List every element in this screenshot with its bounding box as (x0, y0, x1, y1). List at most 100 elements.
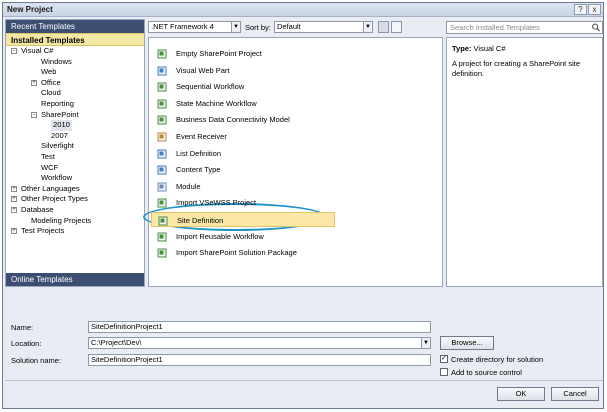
create-directory-label: Create directory for solution (451, 355, 544, 364)
template-item-label: Site Definition (177, 216, 224, 225)
chevron-down-icon: ▼ (231, 22, 240, 32)
content-type-icon (157, 165, 167, 175)
event-receiver-icon (157, 132, 167, 142)
tree-node[interactable]: Test (6, 152, 144, 163)
new-project-dialog: New Project ? x Recent Templates Install… (2, 2, 604, 409)
window-title: New Project (7, 5, 53, 14)
sortby-dropdown[interactable]: Default ▼ (274, 21, 373, 33)
tree-node-label: Reporting (41, 98, 74, 108)
sortby-value: Default (277, 22, 301, 31)
expand-icon[interactable]: + (31, 79, 37, 86)
ok-button[interactable]: OK (497, 387, 545, 401)
tree-node[interactable]: Windows (6, 57, 144, 68)
expand-icon[interactable]: + (11, 228, 17, 235)
type-value: Visual C# (473, 44, 506, 53)
chevron-down-icon[interactable]: ▼ (421, 338, 430, 348)
tree-node[interactable]: + Database (6, 205, 144, 216)
workflow-icon (157, 82, 167, 92)
tree-node[interactable]: Reporting (6, 99, 144, 110)
expand-icon[interactable]: + (11, 196, 17, 203)
workflow-icon (157, 99, 167, 109)
small-icons-view-button[interactable] (378, 21, 389, 33)
tree-node[interactable]: + Other Languages (6, 184, 144, 195)
import-icon (157, 198, 167, 208)
template-item[interactable]: Sequential Workflow (151, 79, 301, 94)
expand-icon[interactable]: + (11, 206, 17, 213)
create-directory-checkbox[interactable]: ✓ (440, 355, 448, 363)
tree-node-label: Test Projects (21, 226, 65, 236)
framework-dropdown[interactable]: .NET Framework 4 ▼ (148, 21, 241, 33)
tree-node-label: 2010 (51, 120, 72, 131)
template-item[interactable]: Import SharePoint Solution Package (151, 245, 301, 260)
tree-node[interactable]: Workflow (6, 173, 144, 184)
template-list: Empty SharePoint Project Visual Web Part S… (143, 37, 443, 287)
template-item-label: Content Type (176, 165, 221, 175)
template-item[interactable]: Visual Web Part (151, 63, 301, 78)
template-toolbar: .NET Framework 4 ▼ Sort by: Default ▼ (148, 21, 443, 35)
close-button[interactable]: x (588, 4, 601, 15)
search-icon[interactable] (591, 23, 601, 32)
collapse-icon[interactable]: - (31, 111, 37, 118)
title-bar: New Project ? x (3, 3, 603, 17)
tree-node-label: Office (41, 77, 61, 87)
name-label: Name: (11, 323, 34, 332)
tree-node[interactable]: 2010 (6, 120, 144, 131)
list-view-button[interactable] (391, 21, 402, 33)
source-control-label: Add to source control (451, 368, 522, 377)
help-button[interactable]: ? (574, 4, 587, 15)
tree-node[interactable]: Web (6, 67, 144, 78)
template-item[interactable]: Business Data Connectivity Model (151, 112, 301, 127)
sharepoint-project-icon (157, 49, 167, 59)
tree-node-label: Workflow (41, 173, 73, 183)
tree-node[interactable]: + Office (6, 78, 144, 89)
location-field[interactable]: C:\Project\Dev\ ▼ (88, 337, 431, 349)
location-value: C:\Project\Dev\ (91, 338, 142, 347)
template-item[interactable]: Event Receiver (151, 129, 301, 144)
tree-node-label: Visual C# (21, 46, 54, 55)
template-item-label: Import SharePoint Solution Package (176, 248, 297, 258)
type-label: Type: (452, 44, 472, 53)
sortby-label: Sort by: (245, 23, 271, 32)
name-field[interactable]: SiteDefinitionProject1 (88, 321, 431, 333)
tree-node[interactable]: Silverlight (6, 141, 144, 152)
tree-node[interactable]: - Visual C# (6, 46, 144, 57)
tree-node-label: Database (21, 204, 54, 214)
template-item-label: List Definition (176, 148, 222, 158)
search-input[interactable]: Search Installed Templates (446, 21, 603, 34)
template-item-label: Import Reusable Workflow (176, 231, 264, 241)
template-item[interactable]: Empty SharePoint Project (151, 46, 301, 61)
template-item[interactable]: List Definition (151, 146, 301, 161)
tree-node[interactable]: + Other Project Types (6, 194, 144, 205)
browse-button[interactable]: Browse... (440, 336, 494, 350)
online-templates-header[interactable]: Online Templates (6, 273, 144, 286)
template-tree: - Visual C# Windows Web + Office Cloud Reportin… (6, 46, 144, 237)
site-definition-icon (158, 216, 168, 226)
tree-node[interactable]: + Test Projects (6, 226, 144, 237)
checkmark-icon: ✓ (441, 355, 447, 362)
tree-node[interactable]: 2007 (6, 131, 144, 142)
template-item[interactable]: Content Type (151, 162, 301, 177)
template-description: A project for creating a SharePoint site… (452, 59, 580, 78)
tree-node-label: Web (41, 67, 57, 77)
tree-node-label: Other Languages (21, 183, 80, 193)
search-placeholder: Search Installed Templates (450, 23, 540, 32)
bdc-model-icon (157, 115, 167, 125)
tree-node[interactable]: Modeling Projects (6, 216, 144, 227)
template-item[interactable]: Import Reusable Workflow (151, 229, 301, 244)
template-item[interactable]: Module (151, 179, 301, 194)
collapse-icon[interactable]: - (11, 48, 17, 54)
source-control-checkbox[interactable] (440, 368, 448, 376)
template-item[interactable]: Site Definition (151, 212, 335, 227)
template-item[interactable]: Import VSeWSS Project (151, 195, 301, 210)
solution-name-field[interactable]: SiteDefinitionProject1 (88, 354, 431, 366)
template-item[interactable]: State Machine Workflow (151, 96, 301, 111)
tree-node[interactable]: Cloud (6, 88, 144, 99)
location-label: Location: (11, 339, 42, 348)
tree-node-label: Silverlight (41, 141, 74, 151)
tree-node[interactable]: WCF (6, 163, 144, 174)
expand-icon[interactable]: + (11, 185, 17, 192)
installed-templates-header[interactable]: Installed Templates (6, 33, 144, 46)
cancel-button[interactable]: Cancel (551, 387, 599, 401)
recent-templates-header[interactable]: Recent Templates (6, 20, 144, 33)
tree-node[interactable]: - SharePoint (6, 110, 144, 121)
